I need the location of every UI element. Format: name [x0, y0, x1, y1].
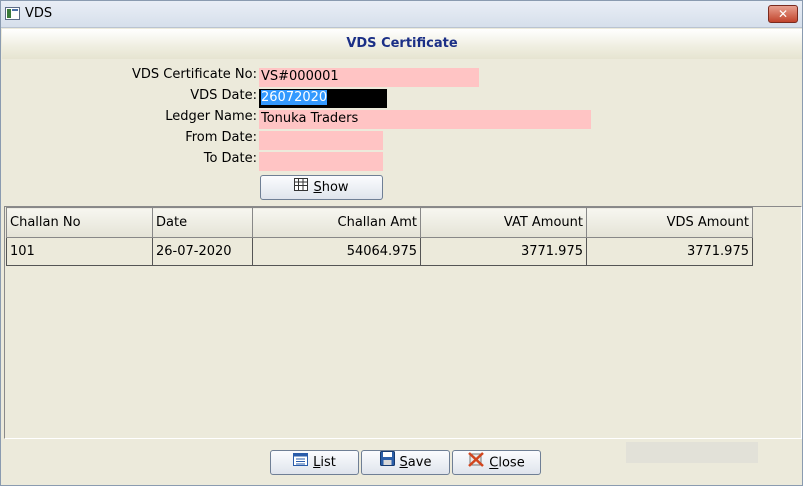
vds-date-label: VDS Date:	[190, 88, 257, 103]
show-label: how	[321, 180, 349, 195]
challan-table: Challan No Date Challan Amt VAT Amount V…	[6, 207, 753, 266]
table-header-row: Challan No Date Challan Amt VAT Amount V…	[6, 207, 753, 238]
column-header-vds-amount[interactable]: VDS Amount	[586, 207, 753, 238]
list-button[interactable]: List	[270, 450, 359, 475]
table-row[interactable]: 101 26-07-2020 54064.975 3771.975 3771.9…	[6, 237, 753, 266]
table-icon	[294, 176, 309, 199]
cell-date[interactable]: 26-07-2020	[152, 237, 253, 266]
vds-date-field[interactable]: 26072020	[259, 89, 387, 108]
close-label: lose	[498, 455, 525, 471]
show-button[interactable]: Show	[260, 175, 383, 200]
ledger-name-field[interactable]: Tonuka Traders	[259, 110, 591, 129]
save-label-mnemonic: S	[399, 455, 408, 470]
challan-grid: Challan No Date Challan Amt VAT Amount V…	[4, 206, 802, 439]
window-title: VDS	[25, 6, 53, 21]
vds-date-value: 26072020	[261, 90, 328, 105]
column-header-date[interactable]: Date	[152, 207, 253, 238]
column-header-vat-amount[interactable]: VAT Amount	[420, 207, 587, 238]
column-header-challan-no[interactable]: Challan No	[6, 207, 153, 238]
cell-vds-amount[interactable]: 3771.975	[586, 237, 753, 266]
app-icon	[5, 7, 20, 20]
save-button[interactable]: Save	[361, 450, 450, 475]
window-close-button[interactable]: ✕	[768, 5, 798, 23]
to-date-label: To Date:	[203, 151, 257, 166]
from-date-label: From Date:	[185, 130, 257, 145]
close-label-mnemonic: C	[489, 455, 499, 471]
vds-window: VDS ✕ VDS Certificate VDS Certificate No…	[0, 0, 803, 486]
close-button[interactable]: Close	[452, 450, 541, 475]
column-header-challan-amt[interactable]: Challan Amt	[252, 207, 421, 238]
title-bar[interactable]: VDS ✕	[1, 1, 802, 28]
show-label-mnemonic: S	[313, 180, 322, 195]
status-panel	[626, 442, 758, 463]
certificate-no-label: VDS Certificate No:	[131, 67, 257, 82]
save-label: ave	[407, 455, 432, 470]
cell-vat-amount[interactable]: 3771.975	[420, 237, 587, 266]
cell-challan-amt[interactable]: 54064.975	[252, 237, 421, 266]
to-date-field[interactable]	[259, 152, 383, 171]
page-title: VDS Certificate	[346, 36, 458, 51]
close-icon	[468, 451, 485, 475]
list-icon	[293, 451, 309, 474]
ledger-name-label: Ledger Name:	[165, 109, 257, 124]
from-date-field[interactable]	[259, 131, 383, 150]
list-label: ist	[320, 455, 336, 470]
cell-challan-no[interactable]: 101	[6, 237, 153, 266]
header-band: VDS Certificate	[2, 29, 802, 59]
certificate-no-field[interactable]: VS#000001	[259, 68, 479, 87]
floppy-disk-icon	[379, 451, 395, 474]
